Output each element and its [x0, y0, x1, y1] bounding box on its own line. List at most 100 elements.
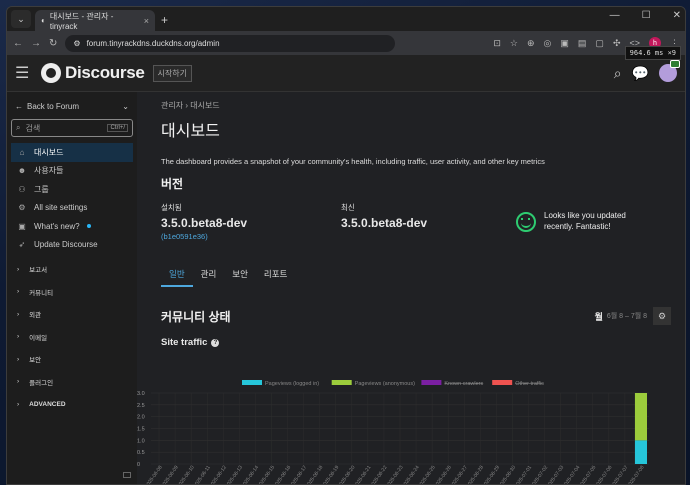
bar-segment	[634, 440, 647, 464]
dashboard-tabs: 일반 관리 보안 리포트	[161, 265, 671, 287]
section-plugins[interactable]: › 플러그인	[11, 371, 133, 394]
search-shortcut: Ctrl+/	[107, 124, 128, 132]
community-health-header: 커뮤니티 상태 월 6월 8 – 7월 8 ⚙	[161, 307, 671, 325]
extension-icon[interactable]: ▢	[595, 38, 604, 49]
section-appearance[interactable]: › 외관	[11, 303, 133, 326]
installed-version: 설치됨 3.5.0.beta8-dev (b1e0591e36)	[161, 202, 341, 241]
sidebar-search-input[interactable]: ⌕ 검색 Ctrl+/	[11, 119, 133, 137]
bookmark-star-icon[interactable]: ☆	[510, 38, 518, 49]
dashboard-content: 관리자 › 대시보드 대시보드 The dashboard provides a…	[137, 92, 685, 485]
profiler-badge[interactable]: 964.6 ms ×9	[624, 46, 681, 60]
extension-icon[interactable]: ⊕	[527, 38, 535, 49]
search-icon[interactable]: ⌕	[614, 65, 622, 82]
x-tick-label: 2025-07-02	[530, 465, 550, 485]
hamburger-icon[interactable]: ☰	[15, 63, 37, 83]
sidebar-item-label: All site settings	[34, 203, 88, 213]
forward-icon[interactable]: →	[31, 38, 41, 49]
y-tick-label: 0.5	[137, 450, 145, 456]
x-tick-label: 2025-06-17	[289, 465, 309, 485]
x-tick-label: 2025-06-23	[385, 465, 405, 485]
back-label: Back to Forum	[27, 102, 80, 111]
new-tab-button[interactable]: +	[161, 13, 168, 27]
site-info-icon[interactable]: ⚙	[73, 39, 80, 48]
tab-moderation[interactable]: 관리	[193, 265, 225, 287]
x-tick-label: 2025-06-12	[208, 465, 228, 485]
section-label: 이메일	[29, 334, 48, 342]
site-name: Discourse	[65, 63, 145, 82]
sidebar-toggle-icon[interactable]	[123, 472, 131, 478]
x-tick-label: 2025-07-05	[578, 465, 598, 485]
reload-icon[interactable]: ↻	[49, 38, 57, 49]
y-tick-label: 3.0	[137, 391, 145, 397]
breadcrumb-admin[interactable]: 관리자	[161, 101, 183, 110]
sidebar-item-site-settings[interactable]: ⚙ All site settings	[11, 199, 133, 218]
tab-general[interactable]: 일반	[161, 265, 193, 287]
site-logo[interactable]: Discourse	[41, 63, 145, 83]
breadcrumb: 관리자 › 대시보드	[161, 100, 671, 111]
home-icon: ⌂	[19, 147, 25, 157]
puzzle-icon[interactable]: ✣	[613, 38, 621, 49]
dashboard-settings-button[interactable]: ⚙	[653, 307, 671, 325]
x-tick-label: 2025-06-18	[305, 465, 325, 485]
install-icon[interactable]: ⊡	[493, 38, 501, 49]
sidebar-item-users[interactable]: ☻ 사용자들	[11, 162, 133, 181]
legend-swatch	[492, 380, 513, 385]
update-message: Looks like you updated recently. Fantast…	[544, 210, 626, 231]
period-range: 6월 8 – 7월 8	[606, 313, 647, 320]
sidebar-item-update[interactable]: ➶ Update Discourse	[11, 236, 133, 255]
chat-icon[interactable]: 💬	[632, 65, 649, 82]
x-tick-label: 2025-06-09	[160, 465, 180, 485]
help-icon[interactable]: ?	[211, 338, 220, 347]
start-button[interactable]: 시작하기	[152, 64, 192, 82]
users-icon: ☻	[17, 166, 27, 176]
sidebar-item-dashboard[interactable]: ⌂ 대시보드	[11, 143, 133, 162]
url-text: forum.tinyrackdns.duckdns.org/admin	[86, 38, 220, 48]
browser-tab[interactable]: ◐ 대시보드 - 관리자 - tinyrack ×	[35, 10, 155, 31]
section-community[interactable]: › 커뮤니티	[11, 281, 133, 304]
minimize-icon[interactable]: —	[610, 10, 620, 21]
section-label: 외관	[29, 312, 42, 320]
legend-swatch	[242, 380, 262, 385]
x-tick-label: 2025-06-25	[417, 465, 437, 485]
extension-icon[interactable]: ▣	[560, 38, 569, 49]
tab-search-button[interactable]: ⌄	[11, 10, 31, 28]
breadcrumb-dashboard[interactable]: 대시보드	[190, 101, 219, 110]
section-reports[interactable]: › 보고서	[11, 258, 133, 281]
chevron-right-icon: ›	[17, 400, 20, 408]
sidebar-item-label: What's new?	[34, 221, 80, 231]
x-tick-label: 2025-06-08	[144, 465, 164, 485]
maximize-icon[interactable]: ☐	[642, 10, 651, 21]
back-to-forum-link[interactable]: ← Back to Forum ⌄	[11, 98, 133, 115]
x-tick-label: 2025-06-13	[224, 465, 244, 485]
sidebar-item-groups[interactable]: ⚇ 그룹	[11, 180, 133, 199]
user-avatar[interactable]	[659, 60, 680, 82]
tab-reports[interactable]: 리포트	[256, 265, 295, 287]
x-tick-label: 2025-06-14	[240, 465, 260, 485]
period-selector[interactable]: 월 6월 8 – 7월 8	[595, 310, 647, 323]
back-icon[interactable]: ←	[13, 38, 23, 49]
section-email[interactable]: › 이메일	[11, 326, 133, 349]
x-tick-label: 2025-07-08	[626, 465, 646, 485]
url-field[interactable]: ⚙ forum.tinyrackdns.duckdns.org/admin	[65, 34, 396, 52]
section-security[interactable]: › 보안	[11, 348, 133, 371]
extension-icon[interactable]: ◎	[544, 38, 552, 49]
gift-icon: ▣	[18, 221, 26, 231]
smile-icon	[516, 211, 536, 232]
legend-label: Pageviews (logged in)	[265, 381, 319, 387]
x-tick-label: 2025-07-01	[514, 465, 534, 485]
period-label: 월	[594, 311, 603, 322]
section-advanced[interactable]: › ADVANCED	[11, 393, 133, 416]
sidebar-item-whats-new[interactable]: ▣ What's new?	[11, 217, 133, 236]
commit-hash-link[interactable]: (b1e0591e36)	[161, 232, 341, 241]
collapse-all-icon[interactable]: ⌄	[122, 102, 129, 111]
section-label: 플러그인	[29, 379, 54, 387]
chevron-right-icon: ›	[17, 378, 20, 386]
page-description: The dashboard provides a snapshot of you…	[161, 157, 545, 166]
tab-security[interactable]: 보안	[224, 265, 256, 287]
community-heading: 커뮤니티 상태	[161, 309, 231, 324]
close-tab-icon[interactable]: ×	[144, 16, 149, 26]
close-window-icon[interactable]: ✕	[673, 10, 681, 21]
sidebar-item-label: 사용자들	[34, 166, 64, 176]
legend-label: Other traffic	[515, 381, 544, 387]
extension-icon[interactable]: ▤	[578, 38, 587, 49]
